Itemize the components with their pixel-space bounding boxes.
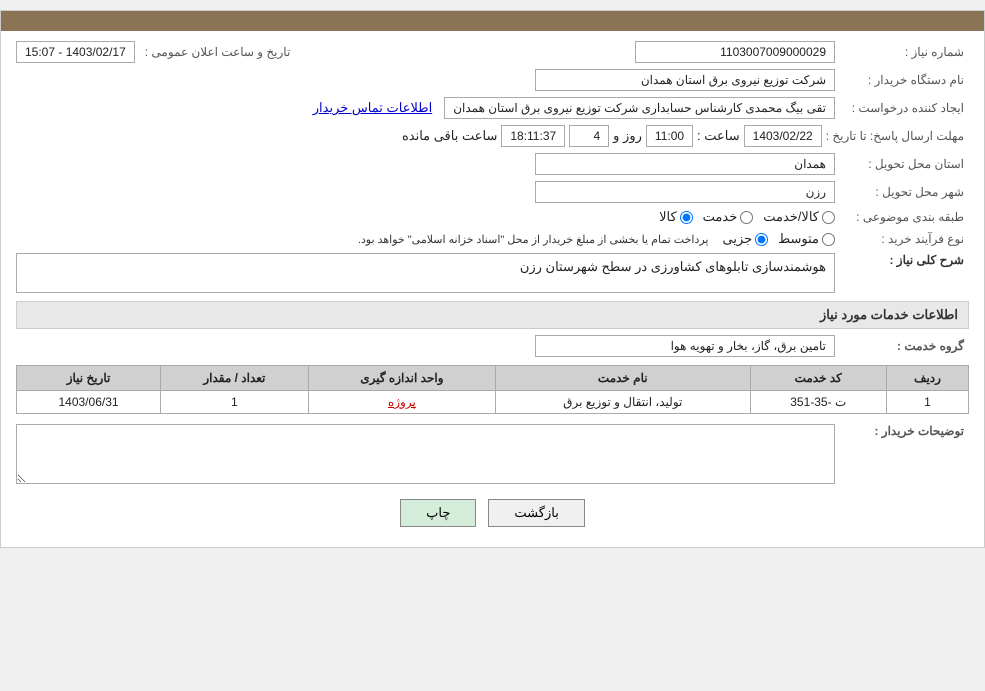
ijad-label: ایجاد کننده درخواست : [839, 101, 969, 115]
row-now: نوع فرآیند خرید : متوسط جزیی پرداخت تمام… [16, 231, 969, 247]
row-shomara: شماره نیاز : 1103007009000029 تاریخ و سا… [16, 41, 969, 63]
row-nam-dastgah: نام دستگاه خریدار : شرکت توزیع نیروی برق… [16, 69, 969, 91]
table-cell-0-4: 1 [161, 391, 309, 414]
radio-motovaset-input[interactable] [822, 233, 835, 246]
col-header-3: واحد اندازه گیری [308, 366, 495, 391]
ostan-value: همدان [535, 153, 835, 175]
table-cell-0-0: 1 [886, 391, 968, 414]
ijad-value: تقی بیگ محمدی کارشناس حسابداری شرکت توزی… [444, 97, 835, 119]
gorohe-label: گروه خدمت : [839, 339, 969, 353]
tarikh-label: تاریخ و ساعت اعلان عمومی : [139, 45, 296, 59]
tabaqe-radio-group: کالا/خدمت خدمت کالا [659, 209, 835, 225]
print-button[interactable]: چاپ [400, 499, 476, 527]
mohlat-baghimande: 18:11:37 [501, 125, 565, 147]
tarikh-value: 1403/02/17 - 15:07 [16, 41, 135, 63]
shahr-label: شهر محل تحویل : [839, 185, 969, 199]
radio-motovaset-label: متوسط [778, 231, 819, 247]
nam-dastgah-label: نام دستگاه خریدار : [839, 73, 969, 87]
tosif-label: توضیحات خریدار : [839, 424, 969, 438]
row-sharh: شرح کلی نیاز : هوشمندسازی تابلوهای کشاور… [16, 253, 969, 293]
row-ostan: استان محل تحویل : همدان [16, 153, 969, 175]
services-table: ردیفکد خدمتنام خدمتواحد اندازه گیریتعداد… [16, 365, 969, 414]
row-tosif: توضیحات خریدار : [16, 424, 969, 484]
khadamat-section-title: اطلاعات خدمات مورد نیاز [16, 301, 969, 329]
tabaqe-label: طبقه بندی موضوعی : [839, 210, 969, 224]
content-area: شماره نیاز : 1103007009000029 تاریخ و سا… [1, 31, 984, 547]
mohlat-label: مهلت ارسال پاسخ: تا تاریخ : [826, 129, 969, 143]
ijad-link[interactable]: اطلاعات تماس خریدار [313, 100, 432, 116]
mohlat-saat: 11:00 [646, 125, 693, 147]
now-label: نوع فرآیند خرید : [839, 232, 969, 246]
radio-khadamat-input[interactable] [740, 211, 753, 224]
row-tabaqe: طبقه بندی موضوعی : کالا/خدمت خدمت کالا [16, 209, 969, 225]
tosif-textarea[interactable] [16, 424, 835, 484]
nam-dastgah-value: شرکت توزیع نیروی برق استان همدان [535, 69, 835, 91]
col-header-1: کد خدمت [750, 366, 886, 391]
radio-motovaset: متوسط [778, 231, 835, 247]
now-text: پرداخت تمام یا بخشی از مبلغ خریدار از مح… [358, 233, 709, 246]
row-mohlat: مهلت ارسال پاسخ: تا تاریخ : 1403/02/22 س… [16, 125, 969, 147]
col-header-2: نام خدمت [496, 366, 750, 391]
radio-jozei-input[interactable] [755, 233, 768, 246]
btn-row: بازگشت چاپ [16, 499, 969, 527]
table-cell-0-5: 1403/06/31 [17, 391, 161, 414]
table-cell-0-1: ت -35-351 [750, 391, 886, 414]
row-ijad: ایجاد کننده درخواست : تقی بیگ محمدی کارش… [16, 97, 969, 119]
radio-kala-khadamat: کالا/خدمت [763, 209, 835, 225]
services-table-section: ردیفکد خدمتنام خدمتواحد اندازه گیریتعداد… [16, 365, 969, 414]
shahr-value: رزن [535, 181, 835, 203]
row-shahr: شهر محل تحویل : رزن [16, 181, 969, 203]
col-header-5: تاریخ نیاز [17, 366, 161, 391]
col-header-4: تعداد / مقدار [161, 366, 309, 391]
radio-jozei-label: جزیی [722, 231, 752, 247]
page-wrapper: شماره نیاز : 1103007009000029 تاریخ و سا… [0, 10, 985, 548]
mohlat-baghimande-label: ساعت باقی مانده [402, 128, 497, 144]
shomara-label: شماره نیاز : [839, 45, 969, 59]
radio-kala: کالا [659, 209, 693, 225]
table-cell-0-2: تولید، انتقال و توزیع برق [496, 391, 750, 414]
gorohe-value: تامین برق، گاز، بخار و تهویه هوا [535, 335, 835, 357]
radio-kala-khadamat-label: کالا/خدمت [763, 209, 819, 225]
table-cell-0-3: پروژه [308, 391, 495, 414]
radio-khadamat: خدمت [703, 209, 754, 225]
radio-jozei: جزیی [722, 231, 768, 247]
sharh-value: هوشمندسازی تابلوهای کشاورزی در سطح شهرست… [16, 253, 835, 293]
radio-kala-input[interactable] [680, 211, 693, 224]
mohlat-roz-label: روز و [613, 128, 642, 144]
radio-kala-label: کالا [659, 209, 677, 225]
ostan-label: استان محل تحویل : [839, 157, 969, 171]
page-header [1, 11, 984, 31]
back-button[interactable]: بازگشت [488, 499, 584, 527]
mohlat-saat-label: ساعت : [697, 128, 740, 144]
now-radio-group: متوسط جزیی [722, 231, 835, 247]
radio-khadamat-label: خدمت [703, 209, 738, 225]
col-header-0: ردیف [886, 366, 968, 391]
mohlat-roz: 4 [569, 125, 609, 147]
row-gorohe: گروه خدمت : تامین برق، گاز، بخار و تهویه… [16, 335, 969, 357]
mohlat-date: 1403/02/22 [744, 125, 822, 147]
sharh-label: شرح کلی نیاز : [839, 253, 969, 267]
radio-kala-khadamat-input[interactable] [822, 211, 835, 224]
table-row: 1ت -35-351تولید، انتقال و توزیع برقپروژه… [17, 391, 969, 414]
shomara-value: 1103007009000029 [635, 41, 835, 63]
